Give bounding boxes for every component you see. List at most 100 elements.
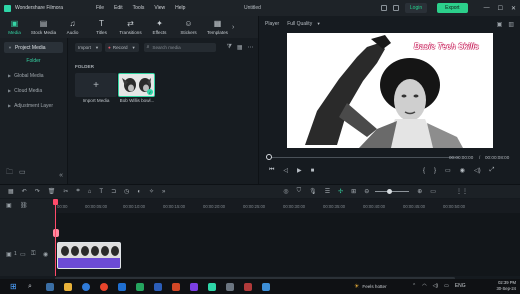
login-button[interactable]: Login (404, 3, 428, 13)
layout-icon[interactable] (380, 5, 387, 11)
sidebar-item-cloud-media[interactable]: ▶ Cloud Media (4, 85, 63, 96)
minimize-icon[interactable]: — (484, 5, 490, 11)
settings-icon[interactable] (226, 282, 234, 291)
color-icon[interactable]: ◐ (137, 189, 141, 195)
stop-icon[interactable]: ■ (311, 168, 315, 174)
tab-audio[interactable]: ♫ Audio (58, 16, 87, 38)
sidebar-item-adjustment-layer[interactable]: ▶ Adjustment Layer (4, 100, 63, 111)
media-player-icon[interactable] (244, 282, 252, 291)
menu-file[interactable]: File (96, 5, 104, 11)
tab-media[interactable]: ▣ Media (0, 16, 29, 38)
clock[interactable]: 02:39 PM 30-Sep-24 (496, 280, 516, 291)
filmora-taskbar-icon[interactable] (208, 282, 216, 291)
split-icon[interactable]: ✂ (63, 188, 68, 195)
network-icon[interactable]: ◠ (422, 283, 426, 289)
play-icon[interactable]: ▶ (297, 167, 302, 174)
folder-icon[interactable]: ▭ (19, 168, 26, 179)
mark-in-icon[interactable]: { (423, 168, 425, 174)
lock-icon[interactable]: ⚿ (31, 251, 36, 258)
quality-dropdown[interactable]: Full Quality ▼ (287, 21, 320, 27)
fit-timeline-icon[interactable]: ▭ (430, 188, 436, 195)
dual-screen-icon[interactable]: ▥ (508, 21, 514, 28)
excel-icon[interactable] (136, 282, 144, 291)
import-dropdown[interactable]: Import ▼ (75, 42, 102, 52)
playhead-handle[interactable] (53, 199, 58, 205)
task-view-icon[interactable] (46, 282, 54, 291)
photos-icon[interactable] (262, 282, 270, 291)
delete-icon[interactable]: 🗑 (48, 188, 56, 195)
sidebar-item-global-media[interactable]: ▶ Global Media (4, 70, 63, 81)
step-back-icon[interactable]: ⏮ (269, 167, 274, 174)
edge-browser-icon[interactable] (82, 282, 90, 291)
zoom-out-icon[interactable]: ⊖ (364, 188, 369, 195)
shield-icon[interactable]: ⛉ (297, 188, 302, 195)
image-icon[interactable]: ▣ (497, 21, 503, 28)
timeline-video-clip[interactable] (57, 242, 121, 269)
battery-icon[interactable]: ▭ (444, 283, 449, 289)
timeline-ruler[interactable]: 00:00 00:00:05:00 00:00:10:00 00:00:15:0… (55, 199, 520, 213)
windows-start-icon[interactable]: ⊞ (10, 282, 18, 291)
render-icon[interactable]: ◎ (283, 188, 288, 195)
tab-transitions[interactable]: ⇄ Transitions (116, 16, 145, 38)
snapshot-icon[interactable]: ◉ (460, 167, 465, 174)
sidebar-item-folder[interactable]: Folder (4, 55, 63, 66)
timeline-playhead[interactable] (55, 199, 56, 276)
timeline-grid-icon[interactable]: ⋮⋮ (456, 188, 468, 195)
onenote-icon[interactable] (190, 282, 198, 291)
scrubber-handle[interactable] (266, 154, 272, 160)
folder-icon[interactable]: ▭ (20, 251, 26, 258)
grid-view-icon[interactable]: ▦ (237, 44, 243, 51)
tab-stock-media[interactable]: ▤ Stock Media (29, 16, 58, 38)
text-icon[interactable]: T (99, 189, 103, 195)
import-media-tile[interactable]: + (75, 73, 117, 97)
more-tabs-icon[interactable]: › (232, 16, 240, 38)
chrome-icon[interactable] (100, 282, 108, 291)
speed-icon[interactable]: ◷ (124, 188, 129, 195)
menu-help[interactable]: Help (175, 5, 185, 11)
powerpoint-icon[interactable] (172, 282, 180, 291)
tag-icon[interactable]: ⌂ (88, 189, 92, 195)
weather-widget[interactable]: ☀ Feels hotter (354, 283, 387, 290)
tab-effects[interactable]: ✦ Effects (145, 16, 174, 38)
zoom-slider[interactable] (375, 189, 410, 194)
player-tab[interactable]: Player (265, 21, 279, 27)
layout-grid-icon[interactable]: ▦ (8, 188, 14, 195)
more-tools-icon[interactable]: » (162, 189, 165, 195)
more-options-icon[interactable]: ⋯ (248, 44, 254, 51)
tab-stickers[interactable]: ☺ Stickers (174, 16, 203, 38)
display-settings-icon[interactable]: ▭ (445, 167, 451, 174)
collapse-sidebar-icon[interactable]: « (59, 172, 63, 179)
language-indicator[interactable]: ENG (455, 283, 466, 289)
export-button[interactable]: Export (437, 3, 468, 13)
redo-icon[interactable]: ↷ (35, 188, 40, 195)
video-preview[interactable]: Basic Tech Skills (287, 33, 493, 148)
crop-icon[interactable]: ⌗ (76, 188, 79, 195)
media-clip-thumbnail[interactable]: ✓ (118, 73, 155, 97)
maximize-icon[interactable]: ☐ (498, 5, 503, 12)
volume-icon[interactable]: ◁) (474, 167, 481, 174)
ai-tool-icon[interactable]: ✧ (149, 188, 154, 195)
zoom-slider-handle[interactable] (387, 189, 393, 194)
mail-icon[interactable] (118, 282, 126, 291)
chevron-up-icon[interactable]: ⌃ (412, 283, 416, 289)
tab-titles[interactable]: T Titles (87, 16, 116, 38)
add-track-icon[interactable]: ▣ (6, 202, 12, 209)
feedback-icon[interactable] (392, 5, 399, 11)
playback-scrubber[interactable] (269, 157, 459, 158)
filter-icon[interactable]: ⧩ (227, 44, 232, 51)
marker-icon[interactable]: ⊞ (351, 188, 356, 195)
volume-tray-icon[interactable]: ◁) (433, 283, 439, 289)
menu-tools[interactable]: Tools (133, 5, 145, 11)
fullscreen-icon[interactable]: ⤢ (490, 167, 495, 174)
mark-out-icon[interactable]: } (434, 168, 436, 174)
record-dropdown[interactable]: ● Record ▼ (105, 42, 139, 52)
search-icon[interactable]: ⌕ (28, 283, 36, 291)
zoom-in-icon[interactable]: ⊕ (417, 188, 422, 195)
list-icon[interactable]: ☰ (325, 188, 330, 195)
menu-view[interactable]: View (154, 5, 165, 11)
eye-icon[interactable]: ◉ (43, 251, 48, 258)
link-icon[interactable]: ⛓ (20, 202, 28, 209)
frame-back-icon[interactable]: ◁ (283, 167, 288, 174)
file-explorer-icon[interactable] (64, 282, 72, 291)
undo-icon[interactable]: ↶ (22, 188, 27, 195)
